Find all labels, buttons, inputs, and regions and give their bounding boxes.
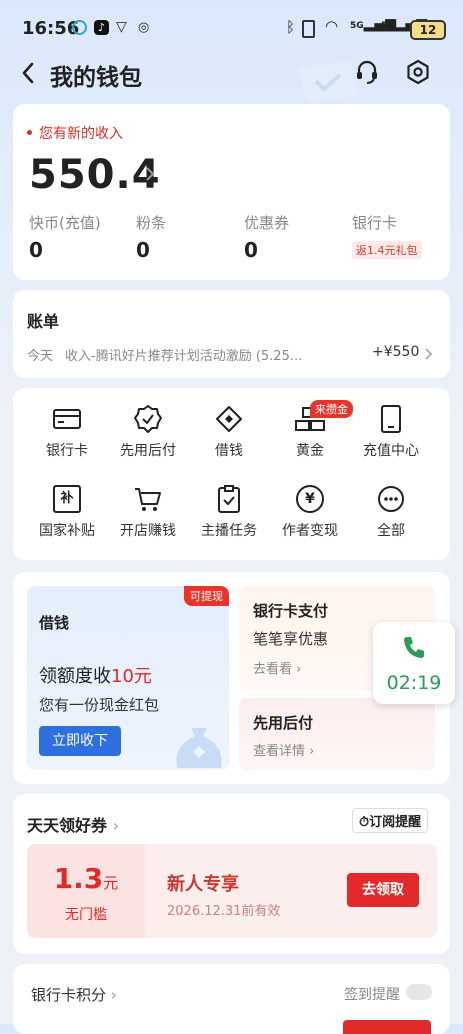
coupon-value-block: 1.3元 无门槛	[27, 844, 145, 938]
grid-item-bnpl[interactable]: 先用后付	[106, 402, 190, 460]
coupon-label: 优惠券	[244, 214, 290, 232]
customer-service-icon[interactable]	[354, 59, 380, 85]
loan-badge: 可提现	[184, 586, 229, 606]
bankpay-title: 银行卡支付	[253, 602, 329, 620]
balance-card: 您有新的收入 550.4 快币(充值) 0 粉条 0 优惠券 0 银行卡 返1.…	[13, 104, 450, 280]
coupon-threshold: 无门槛	[65, 907, 107, 923]
wifi-icon: ◠	[325, 17, 339, 35]
bnpl-panel[interactable]: 先用后付 查看详情 ›	[239, 698, 435, 770]
app-notification-icon	[72, 20, 87, 35]
service-grid-card: 银行卡 先用后付 借钱 黄金 来攒金 充值中心 补 国家补贴 开店赚钱 主播任务…	[13, 388, 450, 560]
coupons-card: 天天领好券 › ⏱订阅提醒 1.3元 无门槛 新人专享 2026.12.31前有…	[13, 794, 450, 954]
fentiao-label: 粉条	[136, 214, 167, 232]
page-title: 我的钱包	[50, 65, 142, 91]
bnpl-title: 先用后付	[253, 714, 314, 732]
grid-item-creator-monetize[interactable]: ¥ 作者变现	[268, 482, 352, 540]
hotspot-icon: ◎	[138, 20, 150, 35]
task-clipboard-icon	[218, 485, 240, 513]
grid-label: 全部	[377, 523, 405, 539]
grid-item-streamer-task[interactable]: 主播任务	[187, 482, 271, 540]
coupon-amount: 1.3元	[53, 862, 119, 895]
gold-badge: 来攒金	[310, 400, 353, 418]
bluetooth-icon: ᛒ	[286, 18, 296, 36]
battery-icon: 12	[410, 20, 446, 40]
settings-icon[interactable]	[405, 59, 431, 85]
kuaibi-value[interactable]: 0	[29, 238, 43, 262]
bankcard-label[interactable]: 银行卡	[352, 212, 397, 233]
bill-description: 收入-腾讯好片推荐计划活动激励 (5.25...	[65, 349, 303, 364]
grid-item-bankcard[interactable]: 银行卡	[25, 402, 109, 460]
phone-icon	[404, 637, 424, 658]
bill-date: 今天	[27, 349, 54, 364]
shopping-cart-icon	[135, 488, 161, 511]
grid-label: 国家补贴	[39, 523, 95, 539]
fentiao-value[interactable]: 0	[136, 238, 150, 262]
bankcard-icon	[53, 409, 81, 429]
points-title[interactable]: 银行卡积分 ›	[31, 984, 117, 1005]
checkin-reminder-label: 签到提醒	[344, 987, 400, 1003]
loan-title: 借钱	[39, 614, 70, 632]
kuaibi-label: 快币(充值)	[29, 214, 101, 232]
grid-label: 开店赚钱	[120, 523, 176, 539]
coupons-title[interactable]: 天天领好券 ›	[27, 812, 119, 836]
bill-amount: +¥550	[372, 344, 420, 360]
coupon-ticket[interactable]: 1.3元 无门槛 新人专享 2026.12.31前有效 去领取	[27, 844, 437, 938]
bill-title: 账单	[27, 312, 60, 331]
vibrate-icon	[302, 20, 315, 38]
coupon-value[interactable]: 0	[244, 238, 258, 262]
grid-label: 作者变现	[282, 523, 338, 539]
balance-amount[interactable]: 550.4	[29, 152, 161, 198]
yuan-coin-icon: ¥	[296, 485, 324, 513]
claim-coupon-button[interactable]: 去领取	[347, 873, 419, 907]
bankcard-gift-tag[interactable]: 返1.4元礼包	[352, 241, 422, 259]
subscribe-reminder-button[interactable]: ⏱订阅提醒	[352, 808, 429, 833]
loan-headline: 领额度收10元	[39, 666, 152, 687]
vpn-icon: ▽	[116, 19, 127, 35]
timer-icon: ⏱	[359, 815, 370, 830]
grid-label: 借钱	[215, 443, 243, 459]
bankpay-link[interactable]: 去看看 ›	[253, 658, 301, 677]
balance-chevron-icon[interactable]	[145, 166, 155, 182]
tiktok-icon: ♪	[94, 20, 109, 35]
collect-now-button[interactable]: 立即收下	[39, 726, 121, 756]
grid-label: 充值中心	[363, 443, 419, 459]
grid-label: 主播任务	[201, 523, 257, 539]
call-timer: 02:19	[386, 672, 442, 694]
grid-item-recharge[interactable]: 充值中心	[349, 402, 433, 460]
loan-panel[interactable]: 可提现 借钱 领额度收10元 您有一份现金红包 立即收下	[27, 586, 229, 770]
bankpay-subtitle: 笔笔享优惠	[253, 630, 329, 648]
grid-item-subsidy[interactable]: 补 国家补贴	[25, 482, 109, 540]
checkin-reminder-toggle[interactable]	[406, 984, 432, 1000]
badge-check-icon	[134, 405, 162, 433]
grid-item-borrow[interactable]: 借钱	[187, 402, 271, 460]
grid-label: 黄金	[296, 443, 324, 459]
grid-label: 银行卡	[46, 443, 88, 459]
diamond-icon	[216, 406, 242, 432]
new-income-notice: 您有新的收入	[39, 126, 123, 142]
floating-call-widget[interactable]: 02:19	[373, 622, 455, 704]
coupon-name: 新人专享	[167, 874, 239, 895]
points-action-button-edge[interactable]	[343, 1020, 431, 1034]
more-icon	[378, 486, 404, 512]
grid-item-open-shop[interactable]: 开店赚钱	[106, 482, 190, 540]
subsidy-icon: 补	[53, 485, 81, 513]
coupon-expiry: 2026.12.31前有效	[167, 904, 281, 919]
bill-card[interactable]: 账单 今天 收入-腾讯好片推荐计划活动激励 (5.25... +¥550	[13, 290, 450, 378]
grid-item-all[interactable]: 全部	[349, 482, 433, 540]
status-time: 16:56	[22, 18, 80, 39]
bill-chevron-icon[interactable]	[424, 347, 433, 361]
grid-label: 先用后付	[120, 443, 176, 459]
money-bag-graphic	[176, 728, 222, 768]
back-icon[interactable]	[20, 61, 36, 85]
loan-subtitle: 您有一份现金红包	[39, 696, 160, 714]
new-income-dot	[27, 130, 32, 135]
bnpl-link[interactable]: 查看详情 ›	[253, 740, 314, 759]
phone-recharge-icon	[381, 405, 401, 433]
